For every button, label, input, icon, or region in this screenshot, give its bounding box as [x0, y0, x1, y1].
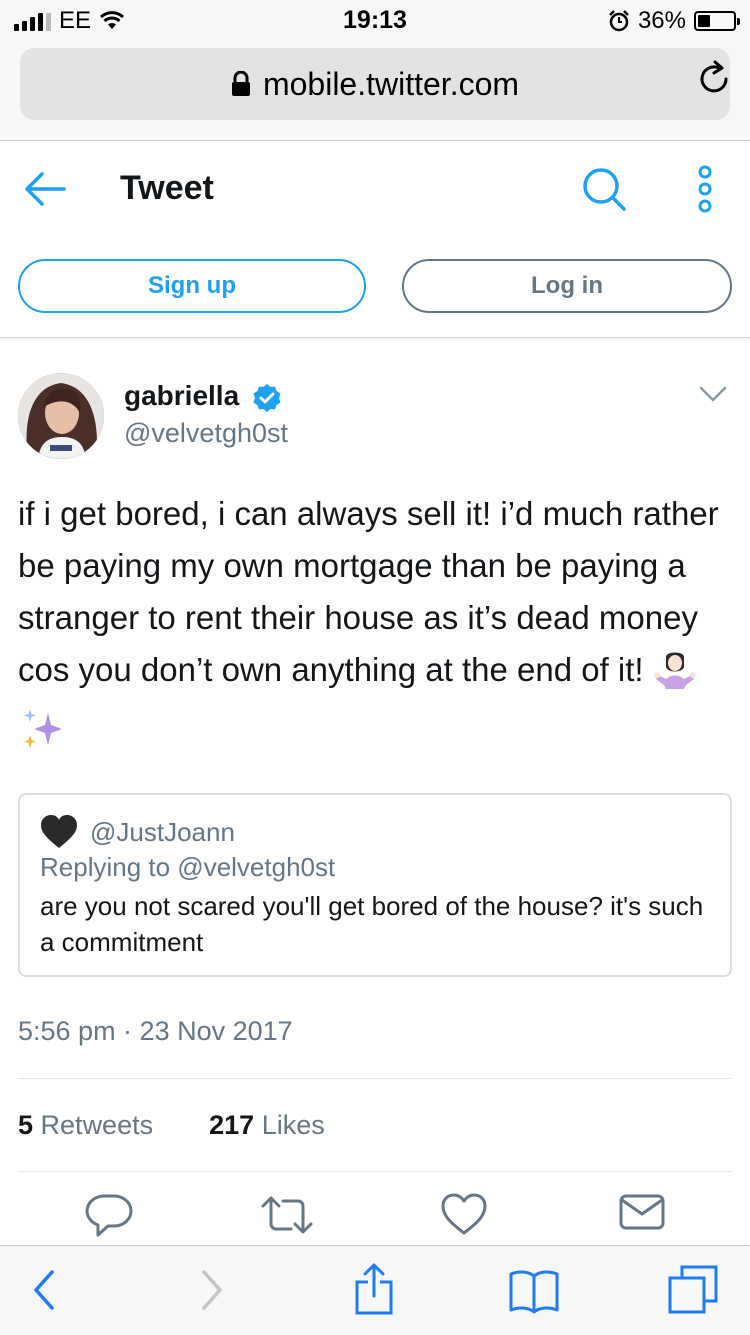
back-icon[interactable]: [32, 1268, 56, 1312]
divider: [18, 1171, 732, 1172]
divider: [18, 1078, 732, 1079]
page-title: Tweet: [120, 169, 214, 207]
battery-icon: [694, 11, 740, 31]
tweet-actions: [0, 1192, 750, 1244]
tabs-icon[interactable]: [668, 1264, 720, 1316]
tweet-timestamp: 5:56 pm · 23 Nov 2017: [18, 1016, 293, 1046]
signup-button[interactable]: Sign up: [18, 259, 366, 313]
chevron-down-icon[interactable]: [698, 384, 728, 404]
search-icon[interactable]: [580, 165, 628, 213]
sparkles-emoji: [22, 707, 64, 766]
author-handle[interactable]: @velvetgh0st: [124, 418, 288, 449]
url-text: mobile.twitter.com: [262, 65, 520, 102]
likes-label: Likes: [261, 1110, 325, 1140]
status-bar: EE 19:13 36%: [0, 0, 750, 40]
retweets-label: Retweets: [40, 1110, 154, 1140]
battery-percent: 36%: [637, 7, 686, 34]
tweet-stats: 5 Retweets 217 Likes: [18, 1110, 325, 1141]
heart-icon: [41, 815, 77, 848]
tweet-header: Tweet: [0, 141, 750, 241]
retweets-stat[interactable]: 5 Retweets: [18, 1110, 153, 1141]
reply-icon[interactable]: [84, 1192, 134, 1238]
retweet-icon[interactable]: [259, 1192, 315, 1238]
quoted-text: are you not scared you'll get bored of t…: [40, 891, 704, 957]
likes-stat[interactable]: 217 Likes: [209, 1110, 325, 1141]
auth-row: Sign up Log in: [0, 241, 750, 338]
like-icon[interactable]: [440, 1192, 488, 1236]
browser-toolbar: [0, 1245, 750, 1335]
alarm-icon: [609, 10, 629, 32]
tweet-body: if i get bored, i can always sell it! i’…: [18, 495, 719, 688]
login-button[interactable]: Log in: [402, 259, 732, 313]
browser-chrome: mobile.twitter.com: [0, 40, 750, 141]
forward-icon[interactable]: [200, 1268, 224, 1312]
verified-icon: [253, 384, 281, 412]
back-arrow-icon[interactable]: [24, 171, 66, 207]
message-icon[interactable]: [619, 1192, 665, 1232]
likes-count: 217: [209, 1110, 255, 1140]
reload-icon[interactable]: [698, 60, 732, 96]
address-bar[interactable]: mobile.twitter.com: [20, 48, 730, 120]
tweet-text: if i get bored, i can always sell it! i’…: [18, 488, 732, 766]
author-name[interactable]: gabriella: [124, 380, 239, 412]
more-icon[interactable]: [692, 165, 718, 215]
retweets-count: 5: [18, 1110, 34, 1140]
bookmarks-icon[interactable]: [508, 1268, 560, 1314]
quoted-replying-to: Replying to @velvetgh0st: [40, 852, 336, 882]
quoted-tweet[interactable]: @JustJoann Replying to @velvetgh0st are …: [18, 793, 732, 977]
share-icon[interactable]: [354, 1262, 394, 1316]
avatar[interactable]: [18, 373, 104, 459]
lock-icon: [231, 71, 250, 96]
quoted-handle: @JustJoann: [90, 817, 235, 847]
person-shrugging-emoji: [653, 649, 696, 704]
